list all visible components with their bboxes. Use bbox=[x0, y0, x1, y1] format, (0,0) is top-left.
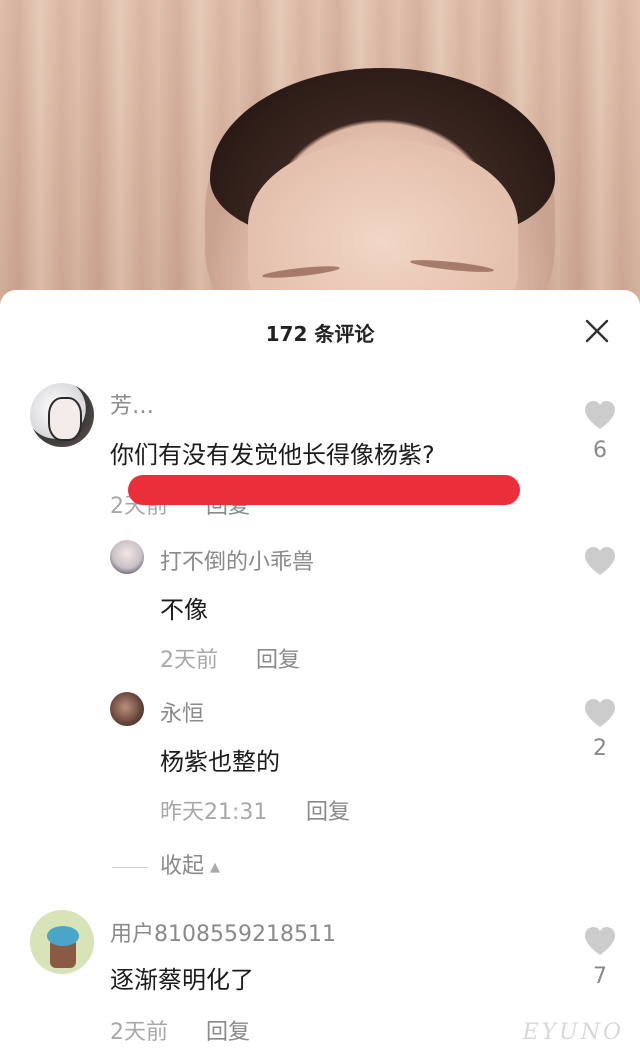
heart-icon bbox=[585, 401, 615, 429]
heart-icon bbox=[585, 927, 615, 955]
collapse-label: 收起 bbox=[160, 854, 205, 879]
reply-button[interactable]: 回复 bbox=[206, 1014, 250, 1046]
avatar-hand-shape bbox=[48, 397, 82, 441]
like-count: 7 bbox=[593, 964, 607, 989]
like-button[interactable]: 6 bbox=[582, 400, 618, 463]
comment-count-title: 172 条评论 bbox=[265, 322, 375, 346]
reply-username[interactable]: 永恒 bbox=[160, 696, 204, 728]
heart-icon bbox=[585, 547, 615, 575]
like-count: 6 bbox=[593, 438, 607, 463]
avatar[interactable] bbox=[110, 540, 144, 574]
person-forehead bbox=[248, 140, 518, 310]
reply-button[interactable]: 回复 bbox=[306, 794, 350, 826]
close-icon bbox=[585, 319, 609, 343]
reply-time: 昨天21:31 bbox=[160, 800, 268, 825]
avatar[interactable] bbox=[30, 383, 94, 447]
red-redaction-line bbox=[128, 475, 520, 505]
like-button[interactable]: 2 bbox=[582, 698, 618, 761]
like-count: 2 bbox=[593, 736, 607, 761]
video-background[interactable] bbox=[0, 0, 640, 320]
heart-icon bbox=[585, 699, 615, 727]
avatar[interactable] bbox=[30, 910, 94, 974]
comment-username[interactable]: 芳… bbox=[110, 388, 154, 420]
collapse-replies-button[interactable]: 收起 ▲ bbox=[112, 848, 221, 879]
reply-time: 2天前 bbox=[160, 648, 218, 673]
close-button[interactable] bbox=[582, 316, 612, 346]
reply-username[interactable]: 打不倒的小乖兽 bbox=[160, 544, 314, 576]
comment-text: 你们有没有发觉他长得像杨紫? bbox=[110, 441, 435, 469]
comment-sheet: 172 条评论 芳… 你们有没有发觉他长得像杨紫? 2天前 回复 6 打不倒的小… bbox=[0, 290, 640, 1051]
watermark-logo: EYUNO bbox=[522, 1020, 624, 1045]
reply-text: 不像 bbox=[160, 596, 208, 624]
like-button[interactable]: 7 bbox=[582, 926, 618, 989]
like-button[interactable] bbox=[582, 546, 618, 584]
avatar-figure-head bbox=[47, 926, 79, 946]
comment-time: 2天前 bbox=[110, 1020, 168, 1045]
comment-text: 逐渐蔡明化了 bbox=[110, 966, 254, 994]
comment-username[interactable]: 用户8108559218511 bbox=[110, 916, 336, 948]
reply-button[interactable]: 回复 bbox=[256, 642, 300, 674]
divider-line bbox=[112, 866, 148, 868]
triangle-up-icon: ▲ bbox=[210, 859, 221, 875]
reply-text: 杨紫也整的 bbox=[160, 748, 280, 776]
avatar[interactable] bbox=[110, 692, 144, 726]
